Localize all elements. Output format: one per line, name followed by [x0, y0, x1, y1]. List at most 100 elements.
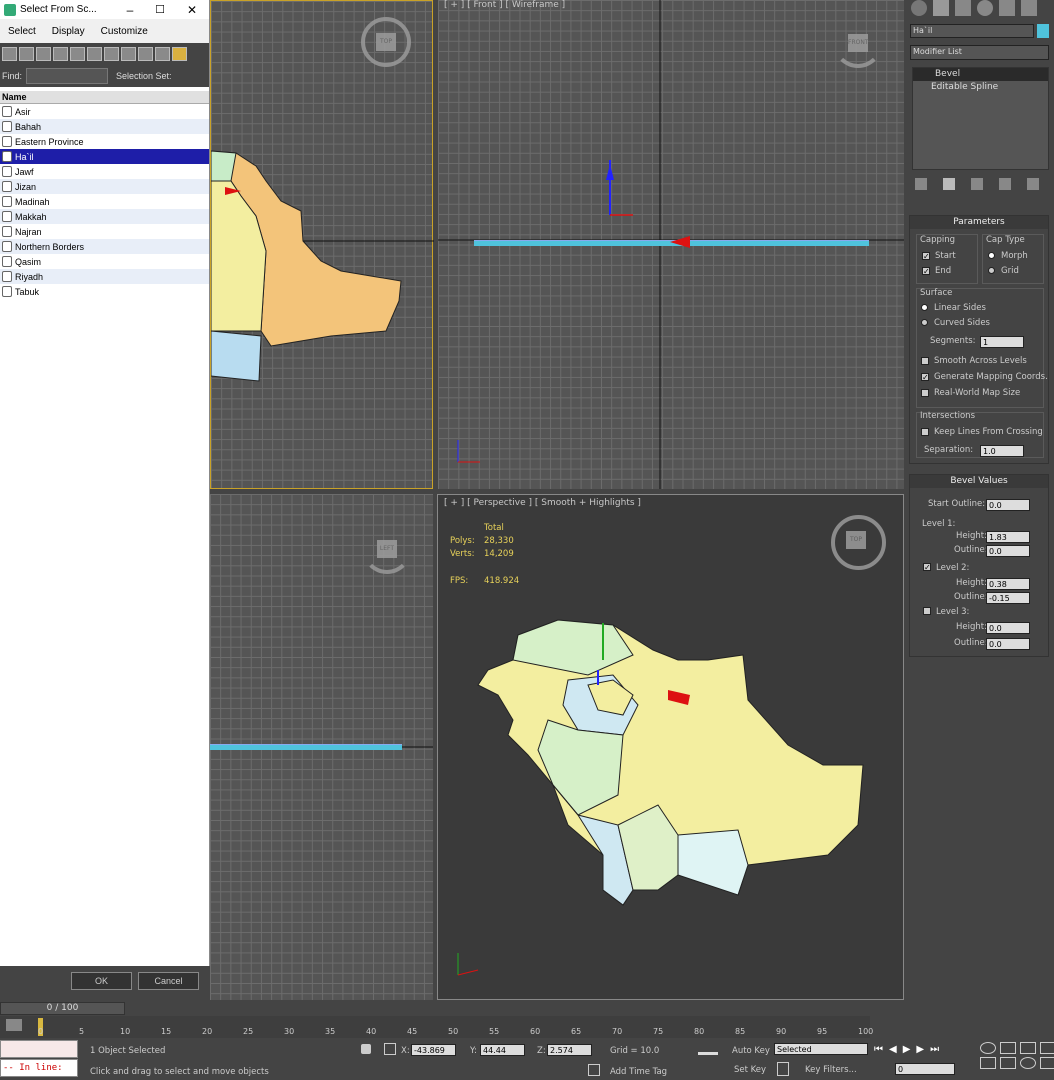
play-icon[interactable]: ▶: [903, 1044, 911, 1055]
separation-spinner[interactable]: 1.0: [980, 445, 1024, 457]
xrefs-filter-icon[interactable]: [121, 47, 136, 61]
go-to-end-icon[interactable]: ⏭: [930, 1044, 939, 1055]
list-item[interactable]: Madinah: [0, 194, 209, 209]
list-item[interactable]: Bahah: [0, 119, 209, 134]
zoom-all-icon[interactable]: [1000, 1042, 1016, 1054]
set-key-filters-icon[interactable]: [777, 1062, 789, 1076]
bones-filter-icon[interactable]: [138, 47, 153, 61]
groups-filter-icon[interactable]: [104, 47, 119, 61]
real-world-checkbox[interactable]: [921, 389, 929, 397]
smooth-across-checkbox[interactable]: [921, 357, 929, 365]
start-outline-spinner[interactable]: 0.0: [986, 499, 1030, 511]
maxscript-input[interactable]: -- In line:: [0, 1059, 78, 1077]
dialog-titlebar[interactable]: Select From Sc... – ☐ ✕: [0, 0, 209, 19]
zoom-icon[interactable]: [980, 1042, 996, 1054]
transform-mode-icon[interactable]: [384, 1043, 396, 1055]
keep-lines-checkbox[interactable]: [921, 428, 929, 436]
cap-start-checkbox[interactable]: ✓: [922, 252, 930, 261]
configure-sets-icon[interactable]: [1027, 178, 1039, 190]
object-color-swatch[interactable]: [1037, 24, 1049, 38]
level1-height-spinner[interactable]: 1.83: [986, 531, 1030, 543]
level2-height-spinner[interactable]: 0.38: [986, 578, 1030, 590]
segments-spinner[interactable]: 1: [980, 336, 1024, 348]
grid-radio[interactable]: [988, 267, 995, 274]
z-coord[interactable]: 2.574: [547, 1044, 592, 1056]
go-to-start-icon[interactable]: ⏮: [874, 1044, 883, 1055]
top-viewport[interactable]: TOP: [210, 0, 434, 489]
list-item[interactable]: Asir: [0, 104, 209, 119]
list-item[interactable]: Qasim: [0, 254, 209, 269]
list-item[interactable]: Najran: [0, 224, 209, 239]
time-slider[interactable]: 0 / 100: [0, 1002, 125, 1015]
menu-select[interactable]: Select: [0, 26, 44, 37]
cameras-filter-icon[interactable]: [53, 47, 68, 61]
current-frame-field[interactable]: 0: [895, 1063, 955, 1075]
shapes-filter-icon[interactable]: [19, 47, 34, 61]
lights-filter-icon[interactable]: [36, 47, 51, 61]
zoom-extents-icon[interactable]: [1020, 1042, 1036, 1054]
key-filters-button[interactable]: Key Filters...: [805, 1065, 857, 1075]
gen-map-checkbox[interactable]: ✓: [921, 373, 929, 382]
select-from-scene-dialog[interactable]: Select From Sc... – ☐ ✕ Select Display C…: [0, 0, 210, 1001]
find-input[interactable]: [26, 68, 109, 84]
list-item[interactable]: Jizan: [0, 179, 209, 194]
modifier-list-dropdown[interactable]: Modifier List: [910, 45, 1049, 60]
object-name-field[interactable]: Ha`il: [910, 24, 1034, 38]
stack-item-bevel[interactable]: Bevel: [913, 68, 1048, 81]
list-item[interactable]: Eastern Province: [0, 134, 209, 149]
create-tab-icon[interactable]: [911, 0, 927, 16]
zoom-extents-all-icon[interactable]: [1040, 1042, 1054, 1054]
level3-outline-spinner[interactable]: 0.0: [986, 638, 1030, 650]
menu-customize[interactable]: Customize: [93, 26, 156, 37]
menu-display[interactable]: Display: [44, 26, 93, 37]
display-tab-icon[interactable]: [999, 0, 1015, 16]
list-item[interactable]: Jawf: [0, 164, 209, 179]
maxscript-listener[interactable]: [0, 1040, 78, 1058]
maximize-viewport-icon[interactable]: [1040, 1057, 1054, 1069]
front-viewport[interactable]: [ + ] [ Front ] [ Wireframe ] FRONT: [438, 0, 904, 489]
parameters-header[interactable]: Parameters: [910, 216, 1048, 229]
level2-outline-spinner[interactable]: -0.15: [986, 592, 1030, 604]
pin-stack-icon[interactable]: [915, 178, 927, 190]
perspective-viewport[interactable]: [ + ] [ Perspective ] [ Smooth + Highlig…: [437, 494, 904, 1000]
list-item[interactable]: Ha`il: [0, 149, 209, 164]
cancel-button[interactable]: Cancel: [138, 972, 199, 990]
maximize-icon[interactable]: ☐: [145, 3, 175, 16]
level2-checkbox[interactable]: ✓: [923, 563, 931, 572]
curved-sides-radio[interactable]: [921, 319, 928, 326]
morph-radio[interactable]: [988, 252, 995, 259]
level3-checkbox[interactable]: [923, 607, 931, 615]
x-coord[interactable]: -43.869: [411, 1044, 456, 1056]
remove-modifier-icon[interactable]: [999, 178, 1011, 190]
selection-set-label[interactable]: Selection Set:: [116, 71, 172, 81]
cap-end-checkbox[interactable]: ✓: [922, 267, 930, 276]
fov-icon[interactable]: [980, 1057, 996, 1069]
list-item[interactable]: Northern Borders: [0, 239, 209, 254]
set-key-button[interactable]: Set Key: [734, 1065, 766, 1075]
make-unique-icon[interactable]: [971, 178, 983, 190]
key-icon[interactable]: [698, 1052, 718, 1060]
modify-tab-icon[interactable]: [933, 0, 949, 16]
level1-outline-spinner[interactable]: 0.0: [986, 545, 1030, 557]
y-coord[interactable]: 44.44: [480, 1044, 525, 1056]
containers-filter-icon[interactable]: [155, 47, 170, 61]
linear-sides-radio[interactable]: [921, 304, 928, 311]
level3-height-spinner[interactable]: 0.0: [986, 622, 1030, 634]
orbit-icon[interactable]: [1020, 1057, 1036, 1069]
name-column-header[interactable]: Name: [0, 91, 209, 104]
curve-editor-icon[interactable]: [6, 1019, 22, 1031]
time-tag-icon[interactable]: [588, 1064, 600, 1076]
key-set-dropdown[interactable]: Selected: [774, 1043, 868, 1055]
minimize-icon[interactable]: –: [115, 3, 145, 17]
bevel-values-header[interactable]: Bevel Values: [910, 475, 1048, 488]
show-end-result-icon[interactable]: [943, 178, 955, 190]
helpers-filter-icon[interactable]: [70, 47, 85, 61]
folder-icon[interactable]: [172, 47, 187, 61]
spacewarps-filter-icon[interactable]: [87, 47, 102, 61]
stack-item-editable-spline[interactable]: Editable Spline: [913, 81, 1048, 94]
close-icon[interactable]: ✕: [175, 3, 209, 17]
lock-icon[interactable]: [361, 1044, 371, 1054]
add-time-tag[interactable]: Add Time Tag: [610, 1067, 667, 1077]
hierarchy-tab-icon[interactable]: [955, 0, 971, 16]
previous-frame-icon[interactable]: ◀: [889, 1044, 897, 1055]
